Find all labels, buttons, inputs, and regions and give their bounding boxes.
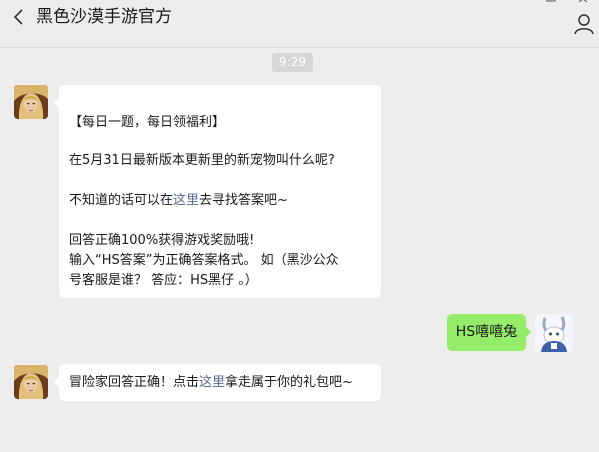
chevron-left-icon[interactable] bbox=[12, 7, 26, 27]
message-line: 回答正确100%获得游戏奖励哦! bbox=[69, 233, 255, 248]
message-bubble-reply: HS嘻嘻兔 bbox=[447, 314, 531, 351]
message-line: 输入“HS答案”为正确答案格式。 如（黑沙公众 bbox=[69, 253, 339, 268]
message-line: 冒险家回答正确！点击这里拿走属于你的礼包吧~ bbox=[69, 373, 353, 392]
message-text: 拿走属于你的礼包吧~ bbox=[225, 375, 353, 390]
person-icon[interactable] bbox=[573, 13, 595, 35]
message-text: 不知道的话可以在 bbox=[69, 193, 174, 208]
here-link[interactable]: 这里 bbox=[173, 193, 199, 208]
message-text: 冒险家回答正确！点击 bbox=[69, 375, 200, 390]
message-line: 不知道的话可以在这里去寻找答案吧~ bbox=[69, 191, 288, 210]
message-line: 在5月31日最新版本更新里的新宠物叫什么呢? bbox=[69, 153, 335, 168]
chat-title: 黑色沙漠手游官方 bbox=[36, 7, 172, 27]
official-avatar[interactable] bbox=[14, 365, 48, 399]
time-badge: 9:29 bbox=[272, 53, 313, 72]
message-text: 去寻找答案吧~ bbox=[199, 193, 288, 208]
minimize-icon[interactable] bbox=[480, 0, 490, 2]
message-line: 号客服是谁？ 答应：HS黑仔 。） bbox=[69, 273, 258, 288]
message-line: 【每日一题，每日领福利】 bbox=[69, 115, 226, 130]
message-bubble-question: 【每日一题，每日领福利】 在5月31日最新版本更新里的新宠物叫什么呢? 不知道的… bbox=[54, 85, 381, 298]
chat-header: 黑色沙漠手游官方 bbox=[0, 0, 599, 48]
here-link[interactable]: 这里 bbox=[199, 375, 225, 390]
user-avatar[interactable] bbox=[535, 314, 573, 352]
close-icon[interactable] bbox=[578, 0, 588, 2]
message-bubble-answer: 冒险家回答正确！点击这里拿走属于你的礼包吧~ bbox=[54, 364, 381, 401]
maximize-icon[interactable] bbox=[546, 0, 556, 2]
official-avatar[interactable] bbox=[14, 85, 48, 119]
